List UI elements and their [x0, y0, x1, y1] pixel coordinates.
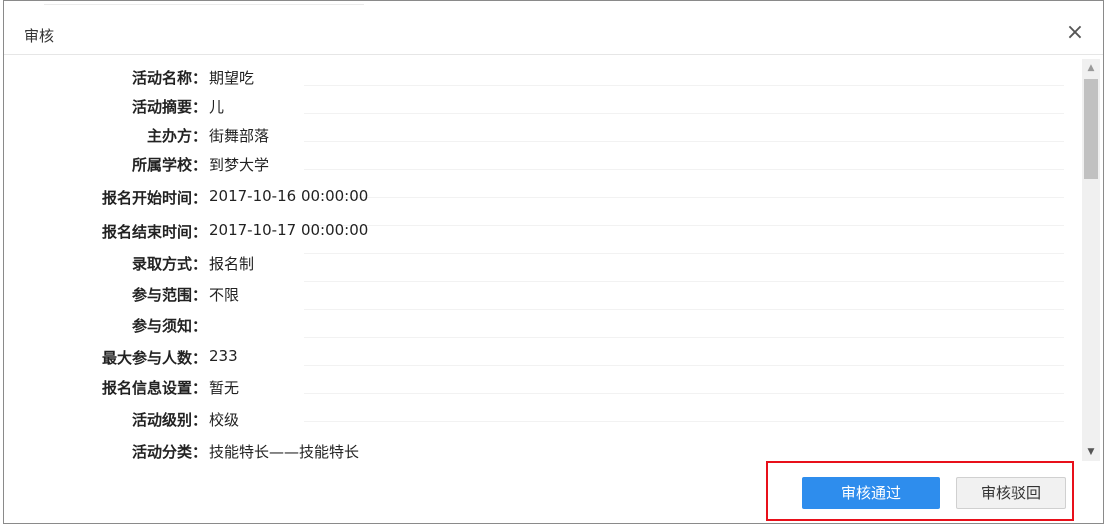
field-row-max-participants: 最大参与人数： 233: [4, 343, 904, 371]
field-label: 活动摘要：: [131, 98, 207, 116]
field-value: 校级: [209, 411, 240, 429]
field-row-signup-end: 报名结束时间： 2017-10-17 00:00:00: [4, 217, 904, 245]
reject-button[interactable]: 审核驳回: [956, 477, 1066, 509]
field-row-activity-name: 活动名称： 期望吃: [4, 63, 904, 91]
field-row-signup-info: 报名信息设置： 暂无: [4, 373, 904, 401]
field-value: 技能特长——技能特长: [209, 443, 360, 461]
field-value: 街舞部落: [209, 127, 270, 145]
field-value: 暂无: [209, 379, 240, 397]
field-value: 期望吃: [209, 69, 255, 87]
approve-button[interactable]: 审核通过: [802, 477, 940, 509]
field-label: 活动名称：: [131, 69, 207, 87]
field-label: 参与范围：: [131, 286, 207, 304]
field-label: 最大参与人数：: [101, 349, 207, 367]
field-value: 2017-10-17 00:00:00: [209, 221, 369, 239]
field-label: 所属学校：: [131, 156, 207, 174]
scrollbar-thumb[interactable]: [1084, 79, 1098, 179]
close-icon[interactable]: ×: [1063, 21, 1087, 45]
field-label: 报名结束时间：: [101, 223, 207, 241]
scroll-down-arrow-icon[interactable]: ▼: [1082, 443, 1100, 461]
field-value: 报名制: [209, 255, 255, 273]
field-value: 233: [209, 347, 238, 365]
field-label: 录取方式：: [131, 255, 207, 273]
field-row-organizer: 主办方： 街舞部落: [4, 121, 904, 149]
field-label: 活动分类：: [131, 443, 207, 461]
background-ghost: [44, 1, 364, 5]
vertical-scrollbar[interactable]: ▲ ▼: [1082, 59, 1100, 461]
scroll-up-arrow-icon[interactable]: ▲: [1082, 59, 1100, 77]
dialog-title: 审核: [24, 27, 55, 45]
field-label: 报名开始时间：: [101, 189, 207, 207]
field-label: 活动级别：: [131, 411, 207, 429]
field-row-scope: 参与范围： 不限: [4, 280, 904, 308]
field-row-school: 所属学校： 到梦大学: [4, 150, 904, 178]
field-row-activity-category: 活动分类： 技能特长——技能特长: [4, 437, 904, 461]
dialog-header: 审核 ×: [4, 9, 1103, 55]
field-label: 报名信息设置：: [101, 379, 207, 397]
field-label: 参与须知：: [131, 317, 207, 335]
field-value: 儿: [209, 98, 225, 116]
field-value: 不限: [209, 286, 240, 304]
field-row-activity-summary: 活动摘要： 儿: [4, 92, 904, 120]
field-value: 到梦大学: [209, 156, 270, 174]
field-row-activity-level: 活动级别： 校级: [4, 405, 904, 433]
field-row-signup-start: 报名开始时间： 2017-10-16 00:00:00: [4, 183, 904, 211]
field-row-admission-method: 录取方式： 报名制: [4, 249, 904, 277]
field-row-notice: 参与须知：: [4, 311, 904, 339]
audit-dialog: 审核 × 活动名称： 期望吃 活动摘要： 儿 主办方： 街舞部落 所属学校： 到…: [3, 0, 1104, 524]
field-label: 主办方：: [146, 127, 207, 145]
details-content: 活动名称： 期望吃 活动摘要： 儿 主办方： 街舞部落 所属学校： 到梦大学 报…: [4, 59, 1084, 461]
field-value: 2017-10-16 00:00:00: [209, 187, 369, 205]
